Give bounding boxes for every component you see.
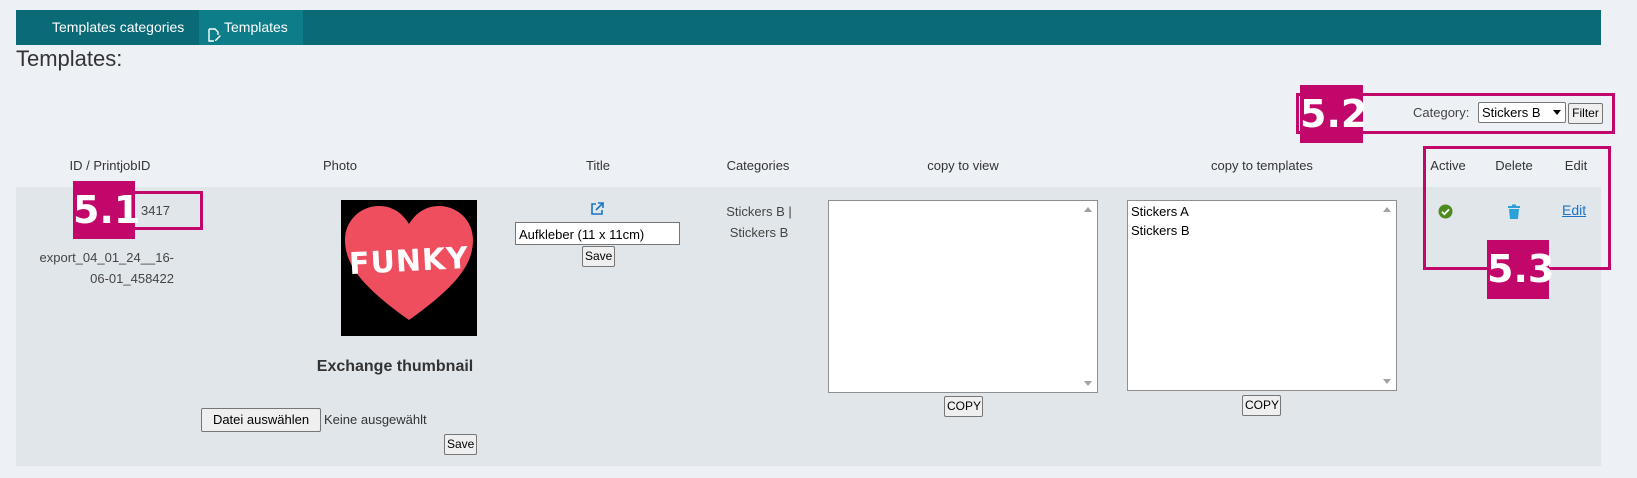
scrollbar[interactable] (1381, 202, 1395, 389)
nav-templates-categories[interactable]: Templates categories (52, 10, 184, 45)
list-option[interactable]: Stickers B (1128, 221, 1396, 240)
nav-templates[interactable]: Templates (199, 10, 303, 45)
scrollbar[interactable] (1082, 202, 1096, 391)
exchange-thumbnail-label: Exchange thumbnail (316, 358, 474, 375)
template-thumbnail: FUNKY (341, 200, 477, 336)
scroll-up-icon (1383, 207, 1391, 212)
choose-file-button[interactable]: Datei auswählen (201, 408, 321, 432)
header-photo: Photo (323, 158, 357, 173)
copy-to-templates-button[interactable]: COPY (1242, 395, 1281, 416)
file-status: Keine ausgewählt (324, 412, 427, 427)
external-link-icon[interactable] (590, 202, 604, 216)
categories-cell: Stickers B | Stickers B (726, 204, 792, 240)
scroll-down-icon (1383, 379, 1391, 384)
title-input[interactable]: Aufkleber (11 x 11cm) (515, 222, 680, 245)
copy-to-view-listbox[interactable] (828, 200, 1098, 393)
header-title: Title (585, 158, 611, 173)
title-save-button[interactable]: Save (582, 246, 615, 267)
edit-document-icon (207, 20, 221, 42)
header-id: ID / PrintjobID (69, 158, 151, 173)
copy-to-view-button[interactable]: COPY (944, 396, 983, 417)
header-copy-to-view: copy to view (927, 158, 999, 173)
top-navigation: Templates categories Templates (16, 10, 1601, 45)
thumbnail-text: FUNKY (348, 240, 470, 283)
annotation-badge-5-2: 5.2 (1300, 85, 1367, 143)
scroll-down-icon (1084, 381, 1092, 386)
header-copy-to-templates: copy to templates (1211, 158, 1313, 173)
page-title: Templates: (16, 46, 123, 71)
list-option[interactable]: Stickers A (1128, 202, 1396, 221)
annotation-badge-5-3: 5.3 (1487, 240, 1554, 299)
scroll-up-icon (1084, 207, 1092, 212)
annotation-badge-5-1: 5.1 (73, 181, 140, 239)
header-categories: Categories (726, 158, 790, 173)
printjob-id: export_04_01_24__16- 06-01_458422 (39, 250, 174, 286)
copy-to-templates-listbox[interactable]: Stickers A Stickers B (1127, 200, 1397, 391)
photo-save-button[interactable]: Save (444, 434, 477, 455)
